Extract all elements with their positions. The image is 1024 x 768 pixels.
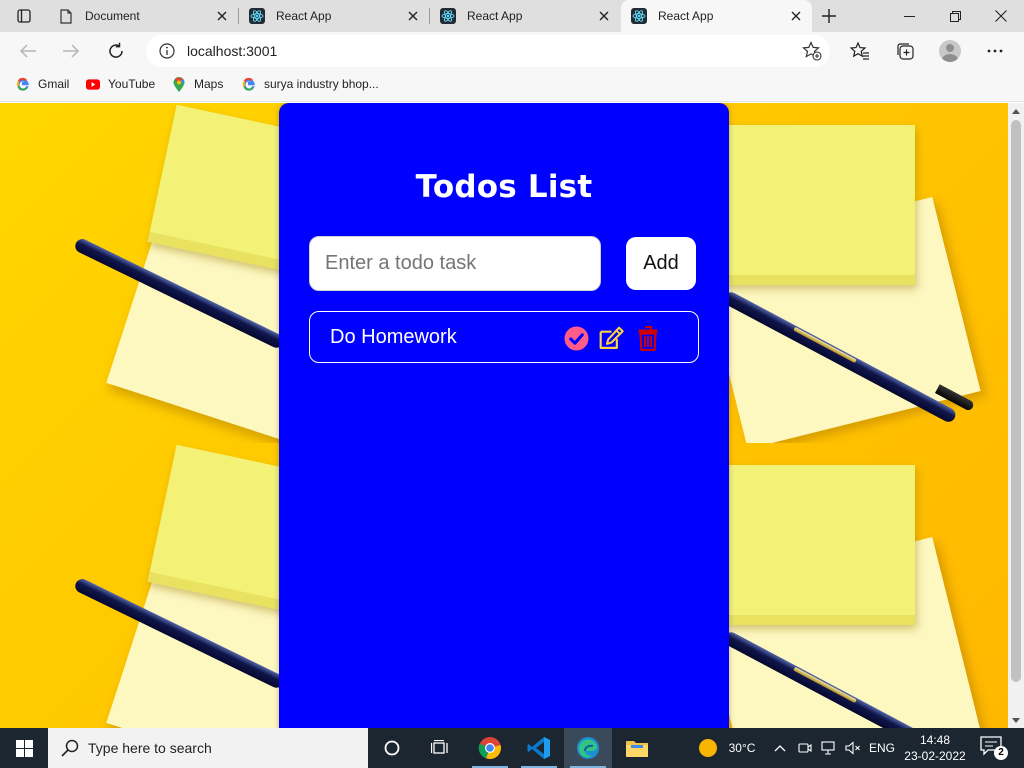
weather-temperature[interactable]: 30°C	[722, 728, 762, 768]
google-icon	[242, 77, 256, 91]
notification-count-badge: 2	[994, 746, 1008, 760]
maps-pin-icon	[172, 76, 186, 92]
favorite-youtube[interactable]: YouTube	[86, 77, 155, 91]
favorites-icon[interactable]	[849, 40, 871, 62]
scroll-down-arrow-icon[interactable]	[1008, 712, 1024, 728]
window-close-icon[interactable]	[978, 0, 1024, 32]
restore-icon[interactable]	[932, 0, 978, 32]
volume-muted-icon[interactable]	[843, 728, 863, 768]
site-info-icon[interactable]	[158, 42, 176, 60]
clock-time: 14:48	[919, 733, 951, 747]
notifications-icon[interactable]: 2	[980, 736, 1008, 760]
chrome-icon[interactable]	[466, 728, 514, 768]
sticky-note	[725, 465, 915, 625]
todo-card: Todos List Add Do Homework	[279, 103, 729, 728]
page-viewport: Todos List Add Do Homework	[0, 103, 1008, 728]
vscode-icon[interactable]	[515, 728, 563, 768]
todo-text: Do Homework	[330, 326, 457, 348]
react-icon	[249, 8, 265, 24]
google-icon	[16, 77, 30, 91]
favorite-surya-industry[interactable]: surya industry bhop...	[242, 77, 379, 91]
favorites-bar: Gmail YouTube Maps surya industry bhop..…	[0, 70, 1024, 102]
task-view-icon[interactable]	[416, 728, 464, 768]
tab-react-app[interactable]: React App	[239, 0, 429, 32]
todo-input[interactable]	[309, 236, 601, 291]
favorite-label: Gmail	[38, 77, 70, 91]
add-button[interactable]: Add	[626, 237, 696, 290]
windows-taskbar: Type here to search 30°C ENG 14:48 23-02…	[0, 728, 1024, 768]
page-scrollbar[interactable]	[1008, 103, 1024, 728]
close-icon[interactable]	[405, 8, 421, 24]
favorite-label: Maps	[194, 77, 224, 91]
weather-sun-icon[interactable]	[696, 728, 720, 768]
document-icon	[58, 8, 74, 24]
back-arrow-icon[interactable]	[14, 37, 42, 65]
taskbar-search-placeholder: Type here to search	[88, 740, 212, 756]
tab-document[interactable]: Document	[48, 0, 238, 32]
close-icon[interactable]	[214, 8, 230, 24]
meet-now-icon[interactable]	[796, 728, 814, 768]
add-favorite-icon[interactable]	[802, 41, 822, 61]
tray-chevron-up-icon[interactable]	[771, 728, 789, 768]
windows-start-icon[interactable]	[0, 728, 48, 768]
close-icon[interactable]	[596, 8, 612, 24]
minimize-icon[interactable]	[886, 0, 932, 32]
tab-actions-icon[interactable]	[8, 6, 40, 26]
close-icon[interactable]	[788, 8, 804, 24]
page-title: Todos List	[415, 169, 593, 205]
favorite-gmail[interactable]: Gmail	[16, 77, 69, 91]
taskbar-search-box[interactable]: Type here to search	[48, 728, 368, 768]
favorite-label: YouTube	[108, 77, 156, 91]
tab-title: React App	[658, 9, 714, 23]
new-tab-icon[interactable]	[818, 6, 840, 26]
browser-tab-strip: Document React App React App React App	[0, 0, 1024, 32]
tab-title: Document	[85, 9, 140, 23]
react-icon	[440, 8, 456, 24]
scroll-up-arrow-icon[interactable]	[1008, 103, 1024, 119]
tab-title: React App	[276, 9, 332, 23]
favorite-maps[interactable]: Maps	[172, 76, 224, 92]
todo-item: Do Homework	[309, 311, 699, 363]
profile-avatar[interactable]	[939, 40, 961, 62]
taskbar-clock[interactable]: 14:48 23-02-2022	[898, 732, 972, 764]
language-indicator[interactable]: ENG	[866, 728, 898, 768]
browser-toolbar: localhost:3001	[0, 32, 1024, 70]
collections-icon[interactable]	[894, 40, 916, 62]
address-bar[interactable]: localhost:3001	[146, 35, 830, 67]
network-icon[interactable]	[819, 728, 839, 768]
clock-date: 23-02-2022	[904, 749, 966, 763]
file-explorer-icon[interactable]	[613, 728, 661, 768]
more-menu-icon[interactable]	[984, 40, 1006, 62]
favorite-label: surya industry bhop...	[264, 77, 379, 91]
cortana-icon[interactable]	[368, 728, 416, 768]
tab-react-app[interactable]: React App	[430, 0, 620, 32]
address-url: localhost:3001	[187, 43, 278, 59]
tab-react-app-active[interactable]: React App	[621, 0, 812, 32]
search-icon	[60, 738, 80, 758]
sticky-note	[725, 125, 915, 285]
youtube-icon	[86, 77, 100, 91]
edge-icon[interactable]	[564, 728, 612, 768]
tab-title: React App	[467, 9, 523, 23]
check-circle-icon[interactable]	[563, 325, 589, 351]
edit-icon[interactable]	[598, 325, 624, 351]
trash-icon[interactable]	[635, 325, 661, 351]
scroll-thumb[interactable]	[1011, 120, 1021, 682]
refresh-icon[interactable]	[102, 37, 130, 65]
react-icon	[631, 8, 647, 24]
forward-arrow-icon[interactable]	[57, 37, 85, 65]
